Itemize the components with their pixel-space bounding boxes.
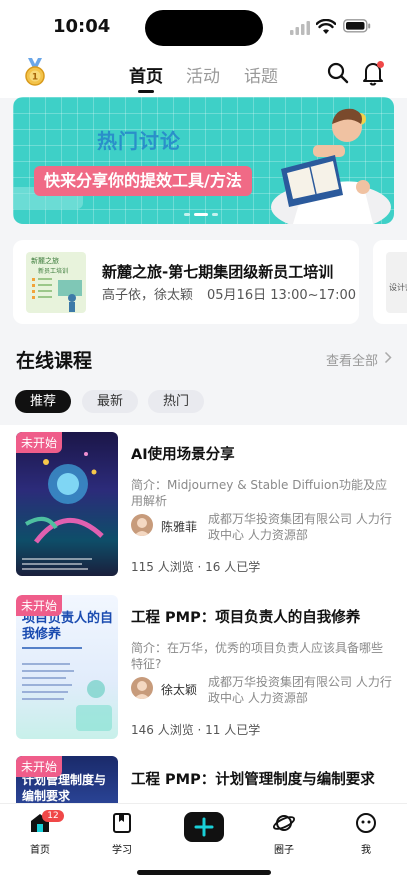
teacher-name: 徐太颖 bbox=[161, 683, 198, 697]
see-all-link[interactable]: 查看全部 bbox=[326, 350, 378, 369]
tab-topics[interactable]: 话题 bbox=[244, 62, 278, 87]
notification-bell-icon[interactable] bbox=[362, 60, 386, 86]
course-description: 简介：在万华，优秀的项目负责人应该具备哪些特征? bbox=[131, 641, 384, 671]
course-card[interactable]: 未开始 AI使用场景分享 简介：Midjourney & Stable Diff… bbox=[0, 425, 407, 590]
tab-bar-home-label: 首页 bbox=[30, 845, 50, 856]
status-bar: 10:04 bbox=[0, 0, 407, 52]
create-button[interactable] bbox=[184, 812, 224, 842]
dynamic-island bbox=[145, 10, 263, 46]
tab-bar-me[interactable]: 我 bbox=[341, 812, 391, 856]
svg-text:1: 1 bbox=[32, 73, 38, 83]
pmp-artwork bbox=[22, 647, 112, 731]
course-thumbnail: 未开始 bbox=[16, 432, 118, 576]
course-stats: 146 人浏览 · 11 人已学 bbox=[131, 723, 261, 737]
course-card[interactable]: 项目负责人的自我修养 未开始 工程 PMP：项目负责人的自我修养 简介：在万华，… bbox=[0, 590, 407, 750]
filter-hot[interactable]: 热门 bbox=[148, 390, 204, 413]
course-title: 工程 PMP：计划管理制度与编制要求 bbox=[131, 772, 375, 788]
teacher-avatar bbox=[131, 677, 153, 699]
medal-icon[interactable]: 1 bbox=[22, 57, 48, 87]
banner-title: 热门讨论 bbox=[97, 129, 181, 153]
course-card[interactable]: 计划管理制度与编制要求 未开始 工程 PMP：计划管理制度与编制要求 bbox=[0, 750, 407, 816]
status-tag: 未开始 bbox=[16, 595, 63, 616]
course-description: 简介：Midjourney & Stable Diffuion功能及应用解析 bbox=[131, 478, 387, 508]
event-thumbnail: 新麓之旅 新员工培训 bbox=[26, 252, 86, 313]
event-title: 新麓之旅-第七期集团级新员工培训 bbox=[102, 263, 334, 281]
hero-banner[interactable]: 热门讨论 快来分享你的提效工具/方法 bbox=[13, 97, 394, 224]
status-time: 10:04 bbox=[53, 16, 111, 37]
teacher-organization: 成都万华投资集团有限公司 人力行政中心 人力资源部 bbox=[208, 675, 392, 705]
course-title: AI使用场景分享 bbox=[131, 447, 235, 463]
event-next-thumb-text: 设计师 bbox=[389, 283, 407, 292]
teacher-avatar bbox=[131, 514, 153, 536]
plus-icon bbox=[194, 817, 214, 837]
tab-bar-study[interactable]: 学习 bbox=[97, 812, 147, 856]
banner-subtitle: 快来分享你的提效工具/方法 bbox=[34, 166, 252, 196]
course-stats: 115 人浏览 · 16 人已学 bbox=[131, 560, 261, 574]
event-thumb-art bbox=[32, 278, 82, 312]
top-navigation: 1 首页 活动 话题 bbox=[0, 52, 407, 98]
event-people: 高子依，徐太颖 bbox=[102, 288, 194, 303]
signal-icon bbox=[290, 21, 310, 35]
battery-icon bbox=[343, 19, 371, 33]
tab-home[interactable]: 首页 bbox=[129, 62, 163, 87]
event-time: 05月16日 13:00~17:00 bbox=[207, 288, 357, 303]
ai-artwork bbox=[22, 452, 104, 570]
event-thumb-line1: 新麓之旅 bbox=[31, 257, 59, 265]
tab-activity[interactable]: 活动 bbox=[186, 62, 220, 87]
book-icon bbox=[113, 813, 131, 833]
course-thumbnail: 项目负责人的自我修养 未开始 bbox=[16, 595, 118, 739]
home-badge: 12 bbox=[42, 810, 64, 822]
planet-icon bbox=[272, 815, 296, 831]
teacher-organization: 成都万华投资集团有限公司 人力行政中心 人力资源部 bbox=[208, 512, 392, 542]
banner-illustration bbox=[13, 108, 391, 224]
wifi-icon bbox=[316, 19, 336, 34]
tab-bar-me-label: 我 bbox=[361, 845, 371, 856]
event-next-thumbnail: 设计师 bbox=[386, 252, 407, 313]
tab-bar-study-label: 学习 bbox=[112, 845, 132, 856]
chevron-right-icon[interactable] bbox=[384, 351, 392, 364]
tab-bar-circle[interactable]: 圈子 bbox=[259, 812, 309, 856]
filter-recommended[interactable]: 推荐 bbox=[15, 390, 71, 413]
event-card[interactable]: 新麓之旅 新员工培训 新麓之旅-第七期集团级新员工培训 高子依，徐太颖 05月1… bbox=[13, 240, 359, 324]
profile-face-icon bbox=[356, 813, 376, 833]
teacher-name: 陈雅菲 bbox=[161, 520, 198, 534]
active-tab-indicator bbox=[138, 90, 154, 93]
event-card-next[interactable]: 设计师 bbox=[373, 240, 407, 324]
status-tag: 未开始 bbox=[16, 756, 63, 777]
status-tag: 未开始 bbox=[16, 432, 63, 453]
course-title: 工程 PMP：项目负责人的自我修养 bbox=[131, 610, 361, 626]
tab-bar-circle-label: 圈子 bbox=[274, 845, 294, 856]
filter-latest[interactable]: 最新 bbox=[82, 390, 138, 413]
carousel-indicator bbox=[184, 213, 220, 217]
home-indicator bbox=[137, 870, 271, 875]
section-title: 在线课程 bbox=[16, 350, 93, 372]
search-icon[interactable] bbox=[327, 62, 349, 84]
